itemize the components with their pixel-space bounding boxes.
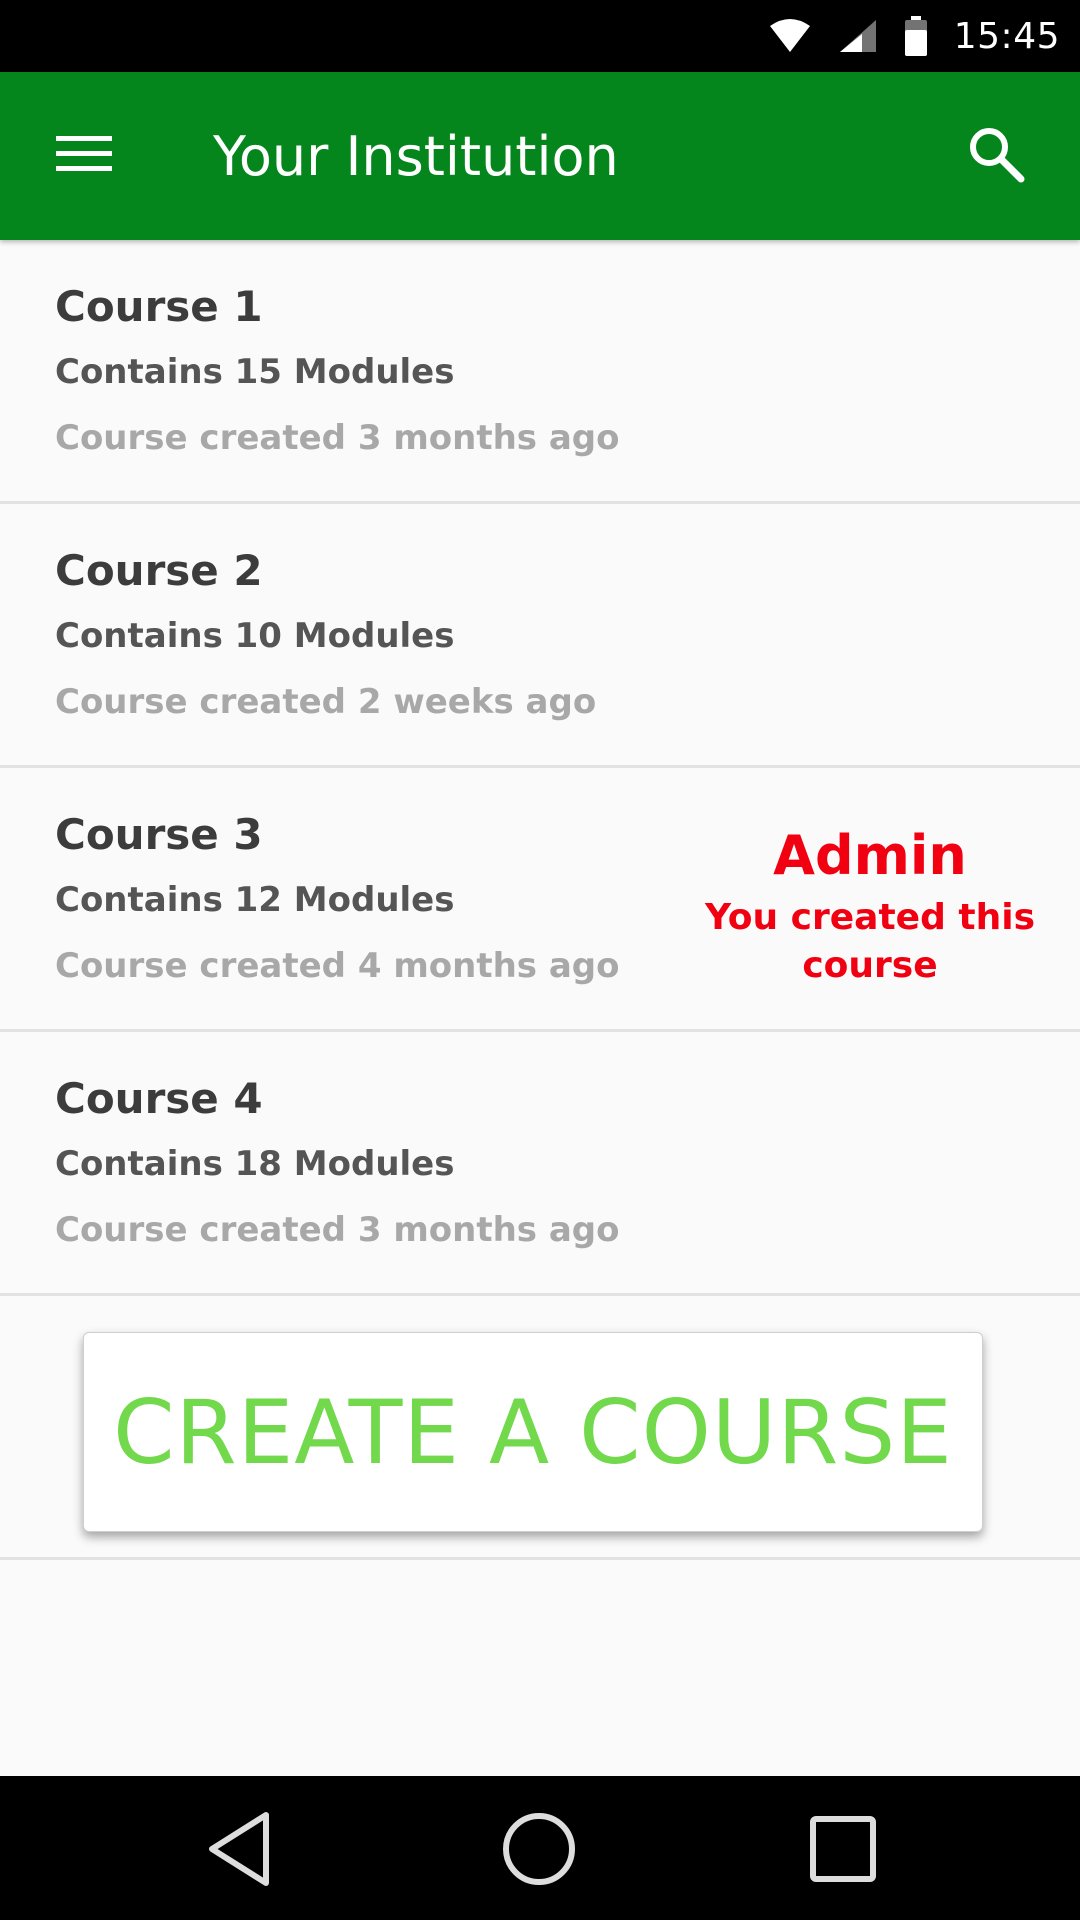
recent-apps-icon	[808, 1814, 878, 1888]
app-bar: Your Institution	[0, 72, 1080, 240]
course-item-3[interactable]: Course 3 Contains 12 Modules Course crea…	[0, 768, 1080, 1032]
course-created: Course created 4 months ago	[55, 946, 620, 986]
back-icon	[204, 1809, 274, 1893]
course-item-2[interactable]: Course 2 Contains 10 Modules Course crea…	[0, 504, 1080, 768]
course-list: Course 1 Contains 15 Modules Course crea…	[0, 240, 1080, 1296]
course-modules: Contains 15 Modules	[55, 352, 455, 392]
admin-badge: Admin You created this course	[700, 826, 1040, 990]
admin-note: You created this course	[705, 897, 1035, 986]
menu-icon	[56, 134, 112, 178]
create-course-area: CREATE A COURSE	[0, 1296, 1080, 1560]
course-name: Course 3	[55, 810, 263, 859]
recent-apps-button[interactable]	[798, 1806, 888, 1896]
course-created: Course created 2 weeks ago	[55, 682, 597, 722]
status-time: 15:45	[953, 15, 1060, 57]
course-modules: Contains 12 Modules	[55, 880, 455, 920]
admin-title: Admin	[773, 824, 967, 887]
course-modules: Contains 10 Modules	[55, 616, 455, 656]
page-title: Your Institution	[213, 124, 619, 188]
course-name: Course 2	[55, 546, 263, 595]
course-name: Course 1	[55, 282, 263, 331]
cell-signal-icon	[838, 18, 878, 54]
create-course-button[interactable]: CREATE A COURSE	[83, 1332, 983, 1532]
wifi-icon	[768, 18, 812, 54]
back-button[interactable]	[194, 1806, 284, 1896]
course-created: Course created 3 months ago	[55, 418, 620, 458]
search-icon	[967, 125, 1025, 187]
home-button[interactable]	[494, 1806, 584, 1896]
course-item-4[interactable]: Course 4 Contains 18 Modules Course crea…	[0, 1032, 1080, 1296]
home-icon	[501, 1811, 577, 1891]
status-bar: 15:45	[0, 0, 1080, 72]
course-created: Course created 3 months ago	[55, 1210, 620, 1250]
course-item-1[interactable]: Course 1 Contains 15 Modules Course crea…	[0, 240, 1080, 504]
search-button[interactable]	[952, 116, 1040, 196]
screen: 15:45 Your Institution Course 1 Contains…	[0, 0, 1080, 1920]
navigation-bar	[0, 1776, 1080, 1920]
battery-icon	[904, 16, 928, 56]
menu-button[interactable]	[40, 116, 128, 196]
course-modules: Contains 18 Modules	[55, 1144, 455, 1184]
course-name: Course 4	[55, 1074, 263, 1123]
